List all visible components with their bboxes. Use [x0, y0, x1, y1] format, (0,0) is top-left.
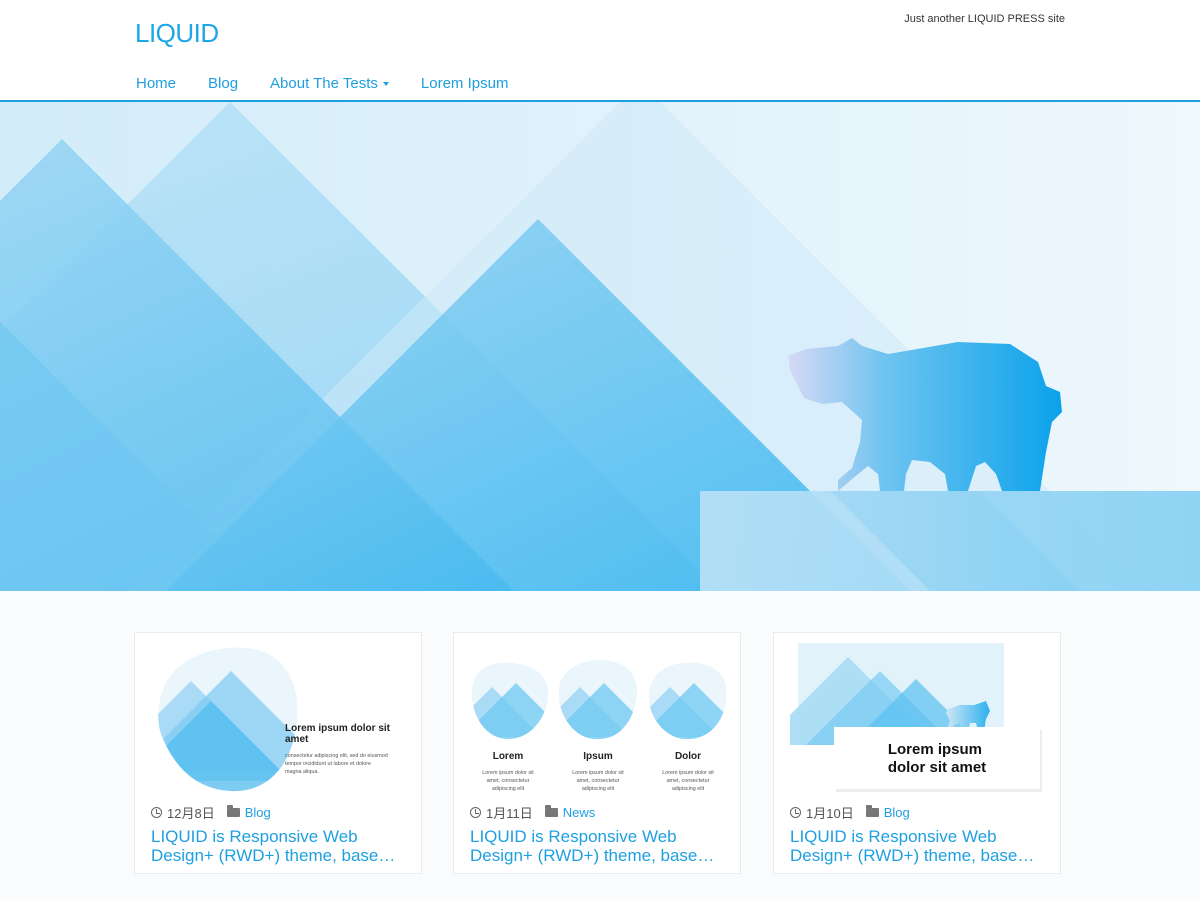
- nav-item-label: Home: [136, 75, 177, 92]
- hero-illustration: [0, 102, 1200, 591]
- caret-down-icon: [382, 81, 389, 86]
- post-meta: 12月8日 Blog: [151, 803, 271, 822]
- post-title[interactable]: LIQUID is Responsive Web Design+ (RWD+) …: [470, 827, 722, 865]
- post-thumbnail[interactable]: Lorem Ipsum Dolor Lorem ipsum dolor sit …: [470, 641, 726, 801]
- post-thumbnail[interactable]: Lorem ipsum dolor sit amet consectetur a…: [151, 641, 407, 801]
- post-date: 12月8日: [167, 806, 215, 821]
- post-thumbnail[interactable]: Lorem ipsum dolor sit amet: [790, 641, 1046, 801]
- thumb-col-body: Lorem ipsum dolor sit amet, consectetur …: [482, 770, 714, 792]
- post-title[interactable]: LIQUID is Responsive Web Design+ (RWD+) …: [790, 827, 1042, 865]
- thumb-col-heading: Dolor: [675, 751, 701, 762]
- post-card[interactable]: Lorem ipsum dolor sit amet 1月10日 Blog LI…: [773, 632, 1061, 874]
- nav-item-label: Lorem Ipsum: [420, 75, 509, 92]
- folder-icon: [544, 805, 558, 817]
- clock-icon: [470, 807, 481, 818]
- thumb-col-heading: Lorem: [493, 751, 524, 762]
- hero-banner: [0, 102, 1200, 591]
- thumb-col-heading: Ipsum: [583, 751, 613, 762]
- svg-text:amet, consectetur: amet, consectetur: [487, 778, 530, 784]
- nav-item-home[interactable]: Home: [136, 75, 176, 92]
- post-meta: 1月10日 Blog: [790, 803, 910, 822]
- site-header: LIQUID Just another LIQUID PRESS site Ho…: [0, 0, 1200, 102]
- site-tagline: Just another LIQUID PRESS site: [904, 13, 1065, 25]
- post-card[interactable]: Lorem Ipsum Dolor Lorem ipsum dolor sit …: [453, 632, 741, 874]
- nav-item-label: About The Tests: [270, 75, 378, 92]
- nav-item-label: Blog: [208, 75, 239, 92]
- folder-icon: [865, 805, 879, 817]
- svg-text:amet, consectetur: amet, consectetur: [667, 778, 710, 784]
- svg-text:Lorem ipsum dolor sit: Lorem ipsum dolor sit: [572, 770, 624, 776]
- thumb-heading: Lorem ipsum dolor sit amet: [285, 723, 393, 745]
- nav-item-lorem-ipsum[interactable]: Lorem Ipsum: [421, 75, 509, 92]
- svg-text:adipiscing elit: adipiscing elit: [492, 786, 525, 792]
- posts-section: Lorem ipsum dolor sit amet consectetur a…: [0, 591, 1200, 900]
- nav-item-blog[interactable]: Blog: [208, 75, 238, 92]
- thumb-body: consectetur adipiscing elit, sed do eius…: [285, 753, 389, 775]
- clock-icon: [151, 807, 162, 818]
- main-nav: Home Blog About The Tests Lorem Ipsum: [136, 75, 540, 92]
- post-category[interactable]: Blog: [884, 805, 910, 820]
- post-meta: 1月11日 News: [470, 803, 595, 822]
- svg-text:Lorem ipsum dolor sit: Lorem ipsum dolor sit: [482, 770, 534, 776]
- svg-text:adipiscing elit: adipiscing elit: [582, 786, 615, 792]
- post-card[interactable]: Lorem ipsum dolor sit amet consectetur a…: [134, 632, 422, 874]
- post-title[interactable]: LIQUID is Responsive Web Design+ (RWD+) …: [151, 827, 403, 865]
- post-date: 1月11日: [486, 806, 533, 821]
- post-category[interactable]: News: [563, 805, 596, 820]
- thumb-heading: Lorem ipsum dolor sit amet: [888, 741, 986, 776]
- clock-icon: [790, 807, 801, 818]
- nav-item-about-the-tests[interactable]: About The Tests: [270, 75, 389, 92]
- svg-text:amet, consectetur: amet, consectetur: [577, 778, 620, 784]
- folder-icon: [226, 805, 240, 817]
- svg-text:Lorem ipsum dolor sit: Lorem ipsum dolor sit: [662, 770, 714, 776]
- svg-text:adipiscing elit: adipiscing elit: [672, 786, 705, 792]
- post-category[interactable]: Blog: [245, 805, 271, 820]
- site-logo[interactable]: LIQUID: [135, 18, 219, 49]
- post-date: 1月10日: [806, 806, 854, 821]
